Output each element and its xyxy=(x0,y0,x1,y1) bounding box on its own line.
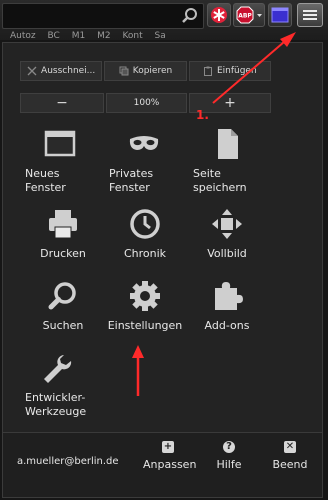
help-label: Hilfe xyxy=(216,458,242,471)
clock-icon xyxy=(130,209,160,239)
history-tile[interactable]: Chronik xyxy=(105,207,185,277)
star-icon xyxy=(211,7,227,23)
save-page-tile[interactable]: Seite speichern xyxy=(193,127,273,197)
clipboard-icon xyxy=(203,66,212,76)
zoom-reset-button[interactable]: 100% xyxy=(106,93,187,113)
addons-tile[interactable]: Add-ons xyxy=(187,279,267,349)
copy-button[interactable]: Kopieren xyxy=(104,61,187,81)
developer-tools-label: Entwickler- Werkzeuge xyxy=(25,391,87,418)
quit-label: Beend xyxy=(272,458,308,471)
adblock-button[interactable]: ABP xyxy=(233,3,265,27)
bookmark-item[interactable]: Kont xyxy=(122,31,142,41)
menu-button[interactable] xyxy=(297,3,323,27)
edit-controls: Ausschnei... Kopieren Einfügen xyxy=(20,61,271,81)
developer-tools-tile[interactable]: Entwickler- Werkzeuge xyxy=(25,351,105,421)
main-menu-panel: Ausschnei... Kopieren Einfügen − 100% + … xyxy=(2,42,323,498)
history-label: Chronik xyxy=(123,247,167,260)
annotation-step-number: 1. xyxy=(196,108,209,122)
paste-button[interactable]: Einfügen xyxy=(188,61,271,81)
bookmark-item[interactable]: M2 xyxy=(97,31,111,41)
paste-label: Einfügen xyxy=(216,66,257,76)
menu-footer: a.mueller@berlin.de + Anpassen ? Hilfe ✕… xyxy=(3,432,322,497)
bookmark-item[interactable]: Sa xyxy=(155,31,166,41)
cut-button[interactable]: Ausschnei... xyxy=(20,61,103,81)
new-window-tile[interactable]: Neues Fenster xyxy=(25,127,105,197)
gear-icon xyxy=(130,281,160,311)
sync-account[interactable]: a.mueller@berlin.de xyxy=(17,456,119,467)
bookmark-item[interactable]: M1 xyxy=(72,31,86,41)
print-tile[interactable]: Drucken xyxy=(23,207,103,277)
fullscreen-icon xyxy=(212,209,242,239)
printer-icon xyxy=(49,210,77,239)
copy-label: Kopieren xyxy=(132,66,173,76)
browser-toolbar: ABP Autoz BC M1 M2 Kont Sa xyxy=(0,0,328,41)
wrench-icon xyxy=(44,355,72,383)
search-icon[interactable] xyxy=(181,7,199,25)
private-window-tile[interactable]: Privates Fenster xyxy=(109,127,189,197)
zoom-controls: − 100% + xyxy=(20,93,271,113)
addon-star-button[interactable] xyxy=(207,3,231,27)
plus-icon: + xyxy=(162,441,174,453)
customize-button[interactable]: + Anpassen xyxy=(143,441,197,485)
bookmarks-bar: Autoz BC M1 M2 Kont Sa xyxy=(10,31,280,41)
document-icon xyxy=(218,129,238,159)
find-label: Suchen xyxy=(42,319,84,332)
hamburger-icon xyxy=(303,10,317,20)
quit-button[interactable]: ✕ Beend xyxy=(265,441,315,485)
extension-button[interactable] xyxy=(268,3,292,27)
save-page-label: Seite speichern xyxy=(193,167,247,194)
close-icon: ✕ xyxy=(284,441,296,453)
bookmark-item[interactable]: Autoz xyxy=(10,31,36,41)
mask-icon xyxy=(129,136,159,150)
copy-icon xyxy=(119,66,129,76)
addons-label: Add-ons xyxy=(204,319,250,332)
settings-label: Einstellungen xyxy=(107,319,183,332)
settings-tile[interactable]: Einstellungen xyxy=(105,279,185,349)
help-icon: ? xyxy=(223,441,235,453)
new-window-label: Neues Fenster xyxy=(25,167,66,194)
magnifier-icon xyxy=(48,282,76,310)
fullscreen-tile[interactable]: Vollbild xyxy=(187,207,267,277)
bookmark-item[interactable]: BC xyxy=(48,31,60,41)
help-button[interactable]: ? Hilfe xyxy=(209,441,249,485)
puzzle-piece-icon xyxy=(215,282,243,310)
find-tile[interactable]: Suchen xyxy=(23,279,103,349)
zoom-out-button[interactable]: − xyxy=(20,93,104,113)
search-bar[interactable] xyxy=(2,3,204,29)
svg-text:ABP: ABP xyxy=(238,13,252,20)
fullscreen-label: Vollbild xyxy=(207,247,247,260)
scissors-icon xyxy=(27,66,37,76)
private-window-label: Privates Fenster xyxy=(109,167,154,194)
window-icon xyxy=(271,7,289,23)
new-window-icon xyxy=(44,130,76,157)
cut-label: Ausschnei... xyxy=(41,66,96,76)
customize-label: Anpassen xyxy=(143,458,197,471)
print-label: Drucken xyxy=(40,247,86,260)
adblock-icon: ABP xyxy=(236,6,262,24)
